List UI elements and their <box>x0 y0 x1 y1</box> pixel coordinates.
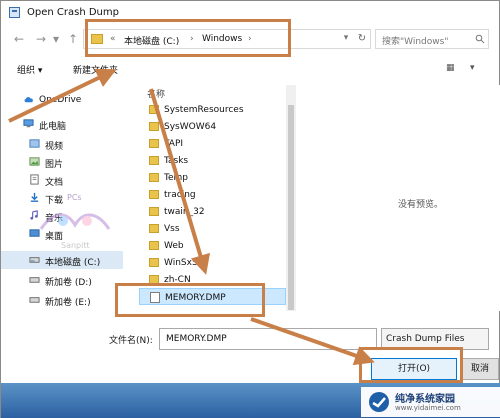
list-item[interactable]: twain_32 <box>139 203 286 220</box>
site-logo: 纯净系统家园 www.yidaimei.com <box>361 387 500 417</box>
list-item[interactable]: SystemResources <box>139 101 286 118</box>
new-folder-button[interactable]: 新建文件夹 <box>73 63 118 76</box>
file-list-scrollbar[interactable] <box>286 85 296 311</box>
watermark: PCs Sanpitt <box>27 191 131 261</box>
drive-icon <box>29 277 40 283</box>
view-options-icon[interactable]: ▦ <box>446 63 455 73</box>
filename-input[interactable]: MEMORY.DMP <box>159 328 377 350</box>
list-item-label: Web <box>164 241 184 251</box>
list-item-label: WinSxS <box>164 258 198 268</box>
sidebar-item-volume-d[interactable]: 新加卷 (D:) <box>1 271 123 289</box>
recent-locations-button[interactable]: ▾ <box>51 31 61 47</box>
address-highlight-box <box>85 19 291 57</box>
computer-icon <box>23 119 34 128</box>
watermark-bottom: Sanpitt <box>61 241 90 250</box>
list-item[interactable]: tracing <box>139 186 286 203</box>
sidebar-label: 图片 <box>45 160 64 170</box>
folder-icon <box>149 190 159 199</box>
list-item[interactable]: Web <box>139 237 286 254</box>
list-item[interactable]: SysWOW64 <box>139 118 286 135</box>
picture-icon <box>29 157 40 166</box>
list-item-label: TAPI <box>164 139 184 149</box>
search-icon <box>475 34 485 44</box>
organize-button[interactable]: 组织 ▾ <box>17 63 42 76</box>
filename-label: 文件名(N): <box>109 336 153 346</box>
list-item-label: SystemResources <box>164 105 244 115</box>
preview-pane: 没有预览。 <box>296 85 500 311</box>
list-item-label: Vss <box>164 224 180 234</box>
column-header-label: 名称 <box>147 90 166 100</box>
search-input[interactable]: 搜索"Windows" <box>375 29 489 49</box>
sidebar-label: 视频 <box>45 142 64 152</box>
file-type-value: Crash Dump Files <box>386 334 465 344</box>
logo-icon <box>369 392 389 412</box>
folder-icon <box>149 224 159 233</box>
column-header-name[interactable]: 名称 <box>139 85 286 101</box>
sidebar-item-volume-e[interactable]: 新加卷 (E:) <box>1 291 123 309</box>
sidebar-label: 新加卷 (D:) <box>45 278 92 288</box>
drive-icon <box>29 297 40 303</box>
window-title: Open Crash Dump <box>27 7 119 18</box>
address-history-button[interactable]: ▾ <box>340 33 352 45</box>
scrollbar-thumb[interactable] <box>288 105 294 310</box>
sidebar-item-this-pc[interactable]: 此电脑 <box>1 115 123 133</box>
search-placeholder: 搜索"Windows" <box>382 37 449 47</box>
logo-url: www.yidaimei.com <box>395 404 461 412</box>
up-button[interactable]: ↑ <box>65 31 81 47</box>
list-item[interactable]: TAPI <box>139 135 286 152</box>
list-item[interactable]: Temp <box>139 169 286 186</box>
organize-caret: ▾ <box>37 66 43 76</box>
sidebar-label: 文档 <box>45 178 64 188</box>
cancel-button[interactable]: 取消 <box>461 358 499 380</box>
filename-value: MEMORY.DMP <box>166 334 227 344</box>
sidebar-item-documents[interactable]: 文档 <box>1 171 123 189</box>
document-icon <box>30 174 39 185</box>
open-button-highlight-box <box>359 347 463 383</box>
file-list: 名称 SystemResources SysWOW64 TAPI Tasks T… <box>139 85 286 311</box>
folder-icon <box>149 122 159 131</box>
list-item-label: Temp <box>164 173 188 183</box>
folder-icon <box>149 105 159 114</box>
list-item[interactable]: Vss <box>139 220 286 237</box>
logo-title: 纯净系统家园 <box>395 394 455 405</box>
watermark-graphic <box>39 213 111 230</box>
list-item[interactable]: WinSxS <box>139 254 286 271</box>
app-icon <box>9 7 20 18</box>
sidebar-label: OneDrive <box>39 95 82 105</box>
organize-label: 组织 <box>17 66 36 76</box>
sidebar-item-videos[interactable]: 视频 <box>1 135 123 153</box>
back-button[interactable]: ← <box>11 31 27 47</box>
folder-icon <box>149 173 159 182</box>
folder-icon <box>149 258 159 267</box>
forward-button[interactable]: → <box>33 31 49 47</box>
folder-icon <box>149 207 159 216</box>
list-item[interactable]: Tasks <box>139 152 286 169</box>
sidebar-label: 此电脑 <box>39 122 67 132</box>
folder-icon <box>149 139 159 148</box>
list-item-label: twain_32 <box>164 207 205 217</box>
sidebar-item-onedrive[interactable]: OneDrive <box>1 91 123 109</box>
list-item-label: SysWOW64 <box>164 122 217 132</box>
list-item-label: Tasks <box>164 156 189 166</box>
folder-icon <box>149 156 159 165</box>
command-toolbar: 组织 ▾ 新建文件夹 ▦ ▾ <box>1 57 499 81</box>
list-item-label: tracing <box>164 190 196 200</box>
refresh-button[interactable]: ↻ <box>356 33 368 45</box>
open-crash-dump-dialog: Open Crash Dump ← → ▾ ↑ « 本地磁盘 (C:) › Wi… <box>0 0 500 418</box>
view-options-caret[interactable]: ▾ <box>470 63 475 73</box>
video-icon <box>29 139 40 148</box>
preview-empty-text: 没有预览。 <box>398 200 444 210</box>
file-highlight-box <box>115 283 265 317</box>
sidebar-label: 新加卷 (E:) <box>45 298 91 308</box>
sidebar-item-pictures[interactable]: 图片 <box>1 153 123 171</box>
cloud-icon <box>24 97 33 103</box>
folder-icon <box>149 241 159 250</box>
